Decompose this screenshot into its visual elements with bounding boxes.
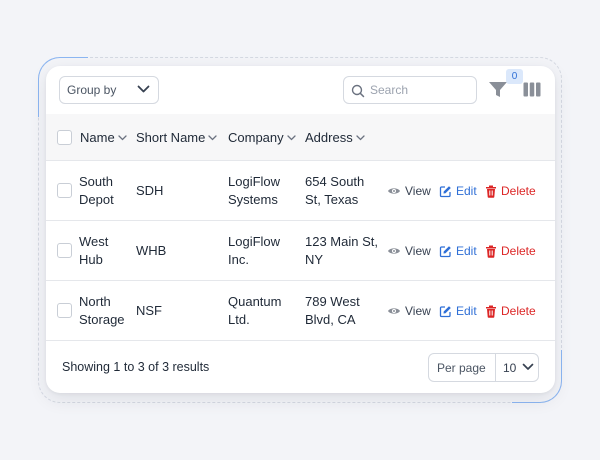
row-checkbox[interactable] <box>57 183 72 198</box>
cell-text-line: South <box>79 174 113 189</box>
search-input[interactable] <box>370 81 470 99</box>
cell-text-line: 654 South <box>305 174 365 189</box>
delete-label: Delete <box>501 304 536 318</box>
cell-text-line: NY <box>305 252 324 267</box>
cell-text-line: St, Texas <box>305 192 359 207</box>
table-row: South Depot SDH LogiFlow Systems 654 Sou… <box>46 161 555 221</box>
edit-label: Edit <box>456 304 477 318</box>
cell-company: LogiFlow Inc. <box>228 233 280 269</box>
edit-icon <box>439 305 451 317</box>
select-all-checkbox[interactable] <box>57 130 72 145</box>
cell-name: West Hub <box>79 233 108 269</box>
chevron-down-icon <box>208 134 218 140</box>
chevron-down-icon <box>118 134 127 140</box>
edit-label: Edit <box>456 244 477 258</box>
group-by-label: Group by <box>67 83 117 97</box>
table-header: Name Short Name Company Address <box>46 114 555 161</box>
cell-address: 789 West Blvd, CA <box>305 293 360 329</box>
search-icon <box>351 84 365 98</box>
cell-short-name: WHB <box>136 243 167 258</box>
chevron-down-icon <box>356 134 365 140</box>
results-summary: Showing 1 to 3 of 3 results <box>62 360 210 374</box>
data-table-card: Group by 0 Name Short <box>46 66 555 393</box>
cell-company: Quantum Ltd. <box>228 293 281 329</box>
edit-icon <box>439 185 451 197</box>
edit-label: Edit <box>456 184 477 198</box>
eye-icon <box>388 248 400 254</box>
column-header-label: Short Name <box>136 130 206 145</box>
columns-icon[interactable] <box>523 82 541 97</box>
cell-text-line: Inc. <box>228 252 249 267</box>
cell-address: 123 Main St, NY <box>305 233 378 269</box>
cell-text-line: Quantum <box>228 294 282 309</box>
search-box <box>343 76 477 104</box>
divider <box>495 354 496 381</box>
cell-text-line: North <box>79 294 111 309</box>
per-page-label: Per page <box>437 361 486 375</box>
cell-short-name: SDH <box>136 183 164 198</box>
chevron-down-icon <box>286 134 296 140</box>
view-button[interactable]: View <box>387 221 431 281</box>
cell-name: South Depot <box>79 173 114 209</box>
edit-button[interactable]: Edit <box>439 281 477 341</box>
cell-text-line: 123 Main St, <box>305 234 378 249</box>
cell-text-line: Storage <box>79 312 125 327</box>
group-by-select[interactable]: Group by <box>59 76 159 104</box>
edit-icon <box>439 245 451 257</box>
column-header-address[interactable]: Address <box>305 114 365 161</box>
cell-address: 654 South St, Texas <box>305 173 364 209</box>
trash-icon <box>486 245 496 258</box>
view-label: View <box>405 244 431 258</box>
column-header-label: Name <box>80 130 115 145</box>
delete-label: Delete <box>501 184 536 198</box>
table-toolbar: Group by 0 <box>46 66 555 114</box>
column-header-short-name[interactable]: Short Name <box>136 114 218 161</box>
delete-label: Delete <box>501 244 536 258</box>
filter-count-badge: 0 <box>506 69 523 84</box>
delete-button[interactable]: Delete <box>485 281 536 341</box>
cell-text-line: Hub <box>79 252 103 267</box>
eye-icon <box>388 308 400 314</box>
per-page-select[interactable]: Per page 10 <box>428 353 539 382</box>
delete-button[interactable]: Delete <box>485 161 536 221</box>
cell-text-line: Systems <box>228 192 278 207</box>
view-button[interactable]: View <box>387 161 431 221</box>
table-row: West Hub WHB LogiFlow Inc. 123 Main St, … <box>46 221 555 281</box>
cell-text-line: West <box>79 234 109 249</box>
view-label: View <box>405 184 431 198</box>
cell-short-name: NSF <box>136 303 162 318</box>
table-footer: Showing 1 to 3 of 3 results Per page 10 <box>46 341 555 393</box>
delete-button[interactable]: Delete <box>485 221 536 281</box>
cell-text-line: LogiFlow <box>228 234 281 249</box>
cell-name: North Storage <box>79 293 125 329</box>
row-checkbox[interactable] <box>57 303 72 318</box>
chevron-down-icon <box>137 85 150 93</box>
table-row: North Storage NSF Quantum Ltd. 789 West … <box>46 281 555 341</box>
cell-text-line: Blvd, CA <box>305 312 356 327</box>
column-header-label: Address <box>305 130 353 145</box>
filter-icon[interactable] <box>487 80 509 100</box>
chevron-down-icon <box>522 363 534 370</box>
column-header-company[interactable]: Company <box>228 114 296 161</box>
row-checkbox[interactable] <box>57 243 72 258</box>
per-page-value: 10 <box>503 361 517 375</box>
trash-icon <box>486 305 496 318</box>
view-button[interactable]: View <box>387 281 431 341</box>
cell-text-line: 789 West <box>305 294 360 309</box>
column-header-name[interactable]: Name <box>80 114 127 161</box>
cell-company: LogiFlow Systems <box>228 173 280 209</box>
column-header-label: Company <box>228 130 284 145</box>
cell-text-line: Depot <box>79 192 114 207</box>
view-label: View <box>405 304 431 318</box>
edit-button[interactable]: Edit <box>439 161 477 221</box>
cell-text-line: Ltd. <box>228 312 250 327</box>
cell-text-line: LogiFlow <box>228 174 281 189</box>
edit-button[interactable]: Edit <box>439 221 477 281</box>
eye-icon <box>388 188 400 194</box>
trash-icon <box>486 185 496 198</box>
